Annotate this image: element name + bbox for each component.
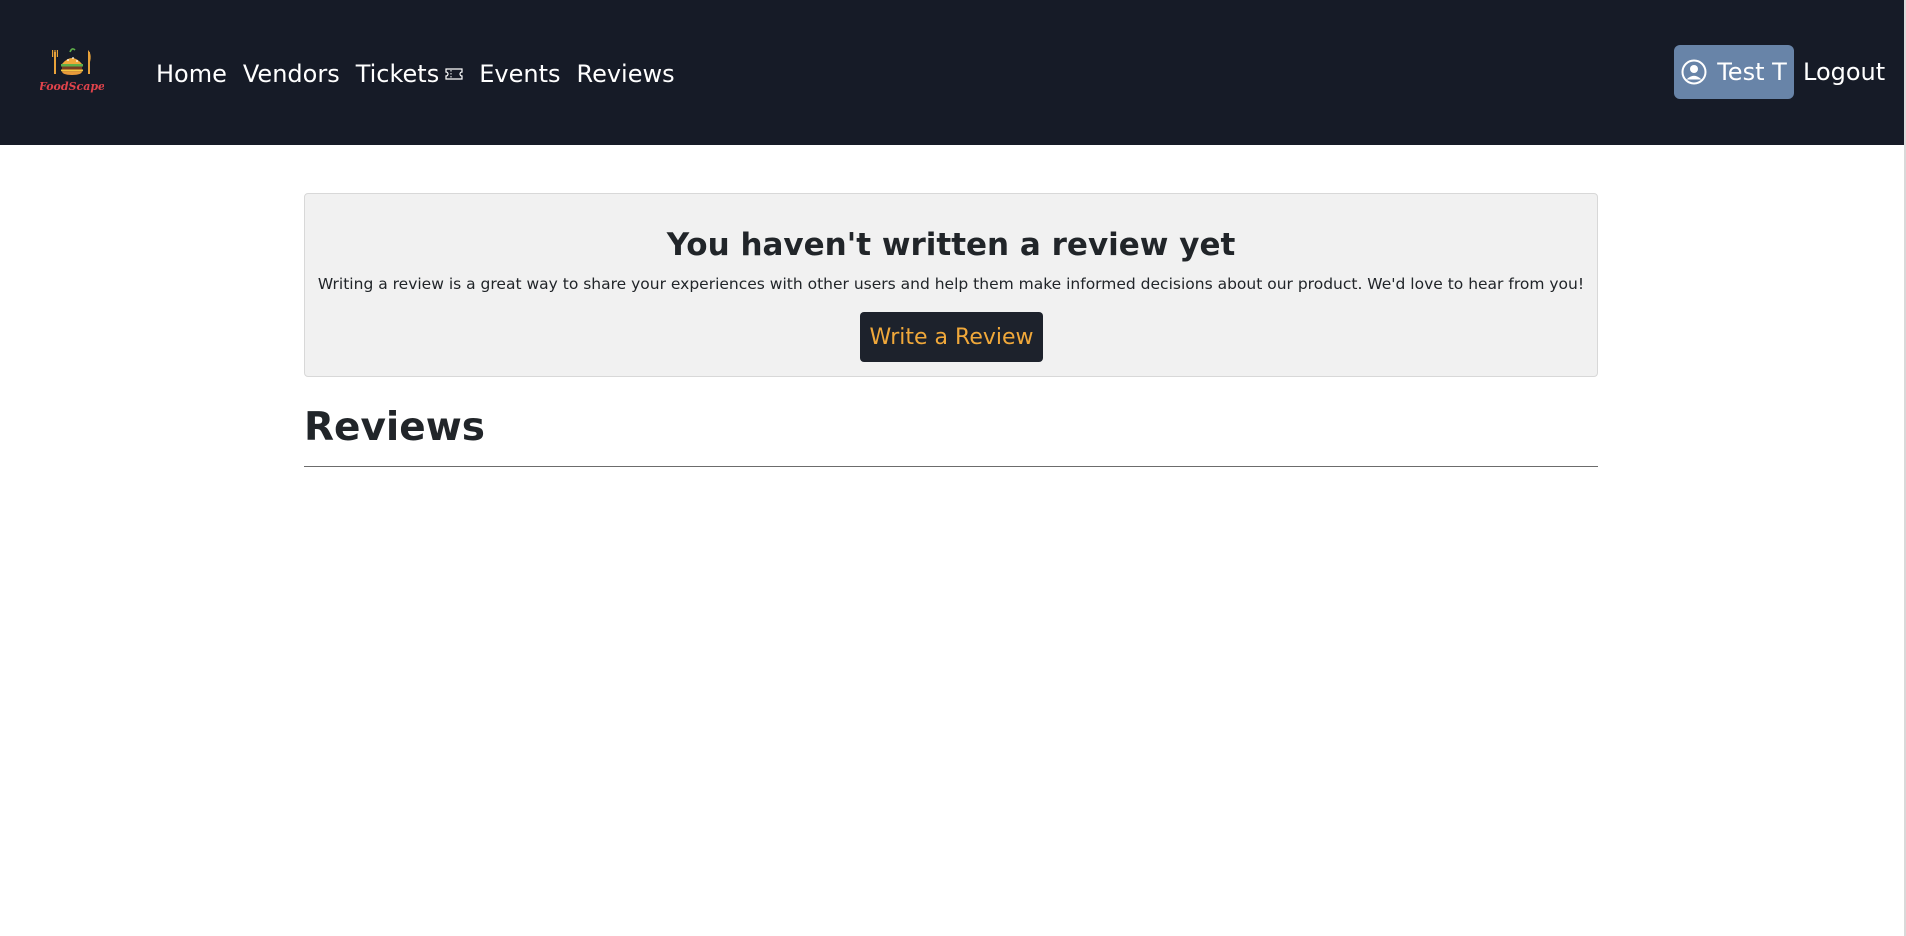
nav-link-reviews[interactable]: Reviews: [576, 54, 674, 94]
nav-link-tickets[interactable]: Tickets: [356, 54, 464, 94]
user-profile-button[interactable]: Test T: [1674, 45, 1794, 99]
brand-logo[interactable]: FoodScape: [38, 44, 105, 100]
svg-text:FoodScape: FoodScape: [40, 80, 104, 93]
ticket-icon: [445, 68, 463, 80]
logout-link[interactable]: Logout: [1803, 52, 1885, 92]
prompt-title: You haven't written a review yet: [666, 227, 1236, 263]
write-review-prompt-card: You haven't written a review yet Writing…: [304, 193, 1598, 377]
page: FoodScape Home Vendors Tickets Events Re…: [0, 0, 1906, 936]
user-circle-icon: [1681, 59, 1707, 85]
write-review-button[interactable]: Write a Review: [860, 312, 1043, 362]
burger-logo-icon: FoodScape: [38, 48, 105, 93]
nav-link-home[interactable]: Home: [156, 54, 227, 94]
reviews-heading: Reviews: [304, 405, 485, 450]
prompt-text: Writing a review is a great way to share…: [317, 275, 1585, 293]
navbar: FoodScape Home Vendors Tickets Events Re…: [0, 0, 1904, 145]
user-name: Test T: [1717, 58, 1787, 86]
nav-link-events[interactable]: Events: [479, 54, 560, 94]
nav-links: Home Vendors Tickets Events Reviews: [156, 54, 675, 94]
nav-link-vendors[interactable]: Vendors: [243, 54, 340, 94]
nav-link-tickets-label: Tickets: [355, 60, 440, 88]
reviews-divider: [304, 466, 1598, 467]
